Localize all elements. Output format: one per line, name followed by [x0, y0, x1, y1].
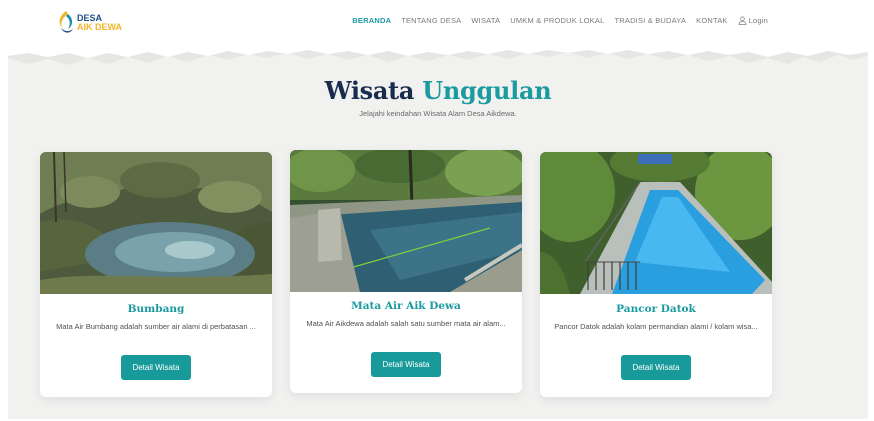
card-title: Mata Air Aik Dewa — [351, 300, 461, 312]
nav-item-kontak[interactable]: KONTAK — [696, 16, 727, 25]
card-description: Mata Air Aikdewa adalah salah satu sumbe… — [306, 319, 506, 328]
logo[interactable]: DESA AIK DEWA — [56, 10, 128, 38]
nav-item-tentang-desa[interactable]: TENTANG DESA — [401, 16, 461, 25]
nav-item-wisata[interactable]: WISATA — [471, 16, 500, 25]
bumbang-photo — [40, 152, 272, 294]
torn-paper-divider — [8, 46, 868, 65]
user-icon — [738, 16, 746, 25]
card-title: Pancor Datok — [616, 303, 696, 315]
card-title: Bumbang — [127, 303, 185, 315]
navbar: DESA AIK DEWA BERANDA TENTANG DESA WISAT… — [8, 6, 868, 48]
page: DESA AIK DEWA BERANDA TENTANG DESA WISAT… — [8, 6, 868, 419]
pancor-datok-photo — [540, 152, 772, 294]
card-mata-air-aik-dewa: Mata Air Aik Dewa Mata Air Aikdewa adala… — [290, 150, 522, 393]
card-bumbang: Bumbang Mata Air Bumbang adalah sumber a… — [40, 152, 272, 397]
nav-item-umkm[interactable]: UMKM & PRODUK LOKAL — [510, 16, 604, 25]
nav-item-beranda[interactable]: BERANDA — [352, 16, 391, 25]
main-nav: BERANDA TENTANG DESA WISATA UMKM & PRODU… — [352, 16, 768, 25]
section-subtitle: Jelajahi keindahan Wisata Alam Desa Aikd… — [359, 109, 517, 118]
login-label: Login — [748, 16, 768, 25]
detail-wisata-button[interactable]: Detail Wisata — [121, 355, 191, 380]
card-description: Pancor Datok adalah kolam permandian ala… — [554, 322, 758, 331]
section-title: Wisata Unggulan — [8, 76, 868, 105]
detail-wisata-button[interactable]: Detail Wisata — [371, 352, 441, 377]
brand-line-2: AIK DEWA — [77, 22, 122, 32]
card-pancor-datok: Pancor Datok Pancor Datok adalah kolam p… — [540, 152, 772, 397]
logo-leaf-icon — [59, 11, 73, 33]
title-main: Wisata — [324, 76, 415, 105]
card-description: Mata Air Bumbang adalah sumber air alami… — [56, 322, 256, 331]
detail-wisata-button[interactable]: Detail Wisata — [621, 355, 691, 380]
mata-air-aik-dewa-photo — [290, 150, 522, 292]
section-heading: Wisata Unggulan Jelajahi keindahan Wisat… — [8, 76, 868, 118]
login-link[interactable]: Login — [738, 16, 768, 25]
nav-item-tradisi-budaya[interactable]: TRADISI & BUDAYA — [614, 16, 686, 25]
title-accent: Unggulan — [422, 76, 552, 105]
